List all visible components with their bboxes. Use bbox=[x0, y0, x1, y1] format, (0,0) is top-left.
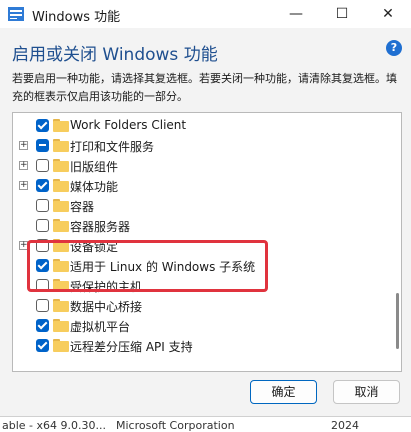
feature-checkbox[interactable] bbox=[36, 339, 49, 352]
cancel-button[interactable]: 取消 bbox=[333, 380, 400, 404]
scrollbar-thumb[interactable] bbox=[396, 293, 399, 349]
folder-icon bbox=[53, 119, 69, 132]
folder-icon bbox=[53, 219, 69, 232]
tree-scrollbar[interactable] bbox=[396, 117, 399, 367]
feature-label: 数据中心桥接 bbox=[70, 300, 143, 314]
feature-checkbox[interactable] bbox=[36, 139, 49, 152]
feature-row[interactable]: 虚拟机平台 bbox=[13, 316, 383, 336]
dialog-heading: 启用或关闭 Windows 功能 bbox=[12, 45, 218, 65]
maximize-button[interactable]: ☐ bbox=[319, 0, 365, 28]
close-button[interactable]: ✕ bbox=[365, 0, 411, 28]
feature-label: 容器服务器 bbox=[70, 220, 131, 234]
feature-label: 媒体功能 bbox=[70, 180, 119, 194]
title-bar: Windows 功能 — ☐ ✕ bbox=[0, 0, 411, 28]
background-cell-date: 2024 bbox=[331, 419, 359, 432]
folder-icon bbox=[53, 159, 69, 172]
minimize-icon: — bbox=[289, 6, 303, 22]
folder-icon bbox=[53, 139, 69, 152]
windows-features-dialog: Windows 功能 — ☐ ✕ 启用或关闭 Windows 功能 ? 若要启用… bbox=[0, 0, 411, 416]
window-title: Windows 功能 bbox=[32, 10, 121, 25]
feature-row[interactable]: 容器服务器 bbox=[13, 216, 383, 236]
ok-button[interactable]: 确定 bbox=[250, 380, 317, 404]
feature-row[interactable]: 远程差分压缩 API 支持 bbox=[13, 336, 383, 356]
folder-icon bbox=[53, 339, 69, 352]
feature-checkbox[interactable] bbox=[36, 179, 49, 192]
expand-icon[interactable]: + bbox=[19, 161, 28, 170]
feature-label: Work Folders Client bbox=[70, 118, 187, 132]
feature-label: 虚拟机平台 bbox=[70, 320, 131, 334]
feature-label: 远程差分压缩 API 支持 bbox=[70, 340, 193, 354]
folder-icon bbox=[53, 319, 69, 332]
highlight-annotation-box bbox=[27, 240, 268, 292]
feature-checkbox[interactable] bbox=[36, 119, 49, 132]
background-cell-publisher: Microsoft Corporation bbox=[116, 419, 235, 432]
background-cell-name: able - x64 9.0.30... bbox=[2, 419, 106, 432]
feature-row[interactable]: + 媒体功能 bbox=[13, 176, 383, 196]
feature-row[interactable]: 容器 bbox=[13, 196, 383, 216]
dialog-description: 若要启用一种功能，请选择其复选框。若要关闭一种功能，请清除其复选框。填充的框表示… bbox=[12, 72, 397, 103]
close-icon: ✕ bbox=[382, 6, 394, 22]
windows-features-app-icon bbox=[8, 6, 24, 21]
folder-icon bbox=[53, 299, 69, 312]
feature-checkbox[interactable] bbox=[36, 219, 49, 232]
feature-row[interactable]: + 旧版组件 bbox=[13, 156, 383, 176]
feature-label: 旧版组件 bbox=[70, 160, 119, 174]
folder-icon bbox=[53, 179, 69, 192]
expand-icon[interactable]: + bbox=[19, 181, 28, 190]
feature-checkbox[interactable] bbox=[36, 319, 49, 332]
feature-checkbox[interactable] bbox=[36, 199, 49, 212]
expand-icon[interactable]: + bbox=[19, 141, 28, 150]
feature-label: 容器 bbox=[70, 200, 95, 214]
feature-row[interactable]: + 打印和文件服务 bbox=[13, 136, 383, 156]
feature-checkbox[interactable] bbox=[36, 159, 49, 172]
minimize-button[interactable]: — bbox=[273, 0, 319, 28]
feature-checkbox[interactable] bbox=[36, 299, 49, 312]
background-app-list-strip: able - x64 9.0.30... Microsoft Corporati… bbox=[0, 416, 411, 432]
maximize-icon: ☐ bbox=[335, 6, 349, 22]
folder-icon bbox=[53, 199, 69, 212]
feature-row[interactable]: 数据中心桥接 bbox=[13, 296, 383, 316]
feature-row[interactable]: Work Folders Client bbox=[13, 116, 383, 136]
help-icon[interactable]: ? bbox=[386, 40, 402, 56]
feature-label: 打印和文件服务 bbox=[70, 140, 155, 154]
